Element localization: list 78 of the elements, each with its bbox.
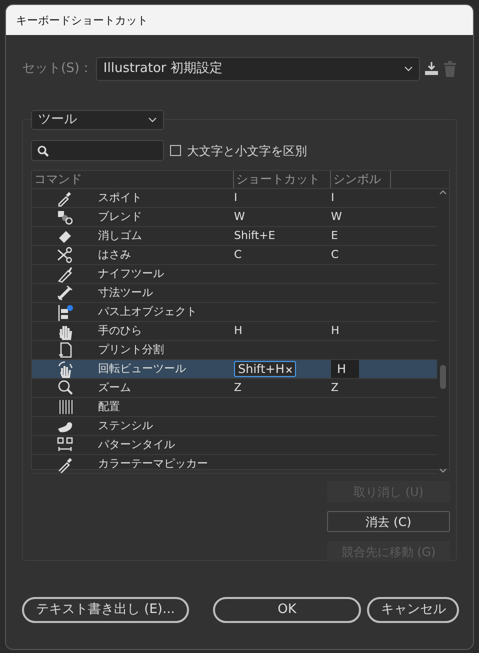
command-name: ズーム [98,380,131,394]
shortcut-text: W [234,210,245,223]
set-value: Illustrator 初期設定 [103,60,222,78]
shortcut-text: Z [234,380,242,394]
command-name: 配置 [98,400,120,413]
set-dropdown[interactable]: Illustrator 初期設定 [96,57,420,81]
command-name: 消しゴム [98,228,142,242]
shortcut-field[interactable]: Shift+H [234,360,296,377]
symbol-text: I [331,190,334,204]
symbol-text: W [331,210,342,223]
table-row[interactable]: ナイフツール [32,265,437,284]
command-name: ナイフツール [98,266,164,280]
command-name: 寸法ツール [98,286,153,299]
scroll-up-icon[interactable] [439,189,447,195]
table-row[interactable]: ステンシル [32,417,437,436]
command-name: 回転ビューツール [98,362,186,375]
case-label: 大文字と小文字を区別 [187,142,307,160]
table-row[interactable]: 消しゴム Shift+E E [32,227,437,246]
table-row[interactable]: 手のひら H H [32,322,437,341]
ruler-icon [56,284,74,302]
symbol-text: E [331,228,338,242]
table-row[interactable]: ズーム Z Z [32,379,437,398]
table-row[interactable]: ブレンド W W [32,208,437,227]
shortcut-text: Shift+E [234,228,276,242]
path-object-icon [56,303,74,321]
pattern-tile-icon [56,436,74,454]
ok-button[interactable]: OK [213,597,361,623]
scroll-down-icon[interactable] [439,468,447,474]
chevron-icon [404,66,413,72]
rotate-hand-icon [56,360,74,378]
table-row[interactable]: パス上オブジェクト [32,303,437,322]
column-header[interactable]: コマンド [32,171,234,188]
command-name: 手のひら [98,324,142,337]
shortcut-text: C [234,248,242,261]
set-label: セット(S)： [22,60,92,78]
command-name: ブレンド [98,210,142,223]
chevron-icon [148,117,157,123]
table-row[interactable]: はさみ C C [32,246,437,265]
magnifier-icon [56,379,74,397]
command-name: プリント分割 [98,342,164,356]
clear-icon[interactable] [286,367,292,374]
eyedropper-icon [56,455,74,473]
command-name: パターンタイル [98,438,175,451]
cancel-button[interactable]: キャンセル [367,597,459,623]
blend-icon [56,208,74,226]
table-row[interactable]: スポイト I I [32,189,437,208]
scrollbar-thumb[interactable] [440,365,446,389]
command-name: カラーテーマピッカー [98,456,208,470]
table-row[interactable]: 配置 [32,398,437,417]
table-row[interactable]: カラーテーマピッカー [32,455,437,474]
symbol-text: C [331,248,339,261]
page-icon [56,341,74,359]
action-button[interactable]: 消去 (C) [327,511,450,532]
symbol-field[interactable]: H [331,360,359,378]
category-value: ツール [38,111,77,130]
category-dropdown[interactable]: ツール [31,110,164,130]
table-row[interactable]: 回転ビューツール Shift+H H [32,360,437,379]
knife-icon [56,265,74,283]
import-icon[interactable] [424,62,439,76]
case-checkbox[interactable] [170,145,181,156]
symbol-text: H [331,324,340,337]
command-name: スポイト [98,190,142,204]
command-name: ステンシル [98,418,153,432]
eyedropper-icon [56,189,74,207]
window-title: キーボードショートカット [6,5,473,35]
column-header[interactable]: ショートカット [234,171,331,188]
table-row[interactable]: パターンタイル [32,436,437,455]
search-icon [37,144,49,156]
shortcut-text: I [234,190,238,204]
symbol-text: Z [331,380,339,394]
export-text-button[interactable]: テキスト書き出し (E)... [22,597,189,623]
command-name: パス上オブジェクト [98,304,197,318]
scissors-icon [56,246,74,264]
shortcut-text: H [234,324,242,337]
table-row[interactable]: 寸法ツール [32,284,437,303]
search-field[interactable] [31,140,164,161]
column-header[interactable]: シンボル [331,171,391,188]
command-name: はさみ [98,248,131,261]
